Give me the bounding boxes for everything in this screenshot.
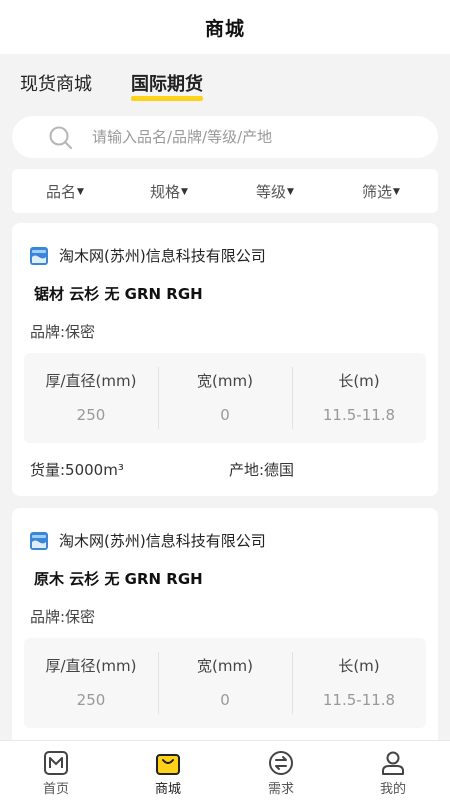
spec-table: 厚/直径(mm) 250 宽(mm) 0 长(m) 11.5-11.8 xyxy=(24,638,426,728)
spec-table: 厚/直径(mm) 250 宽(mm) 0 长(m) 11.5-11.8 xyxy=(24,353,426,443)
spec-label: 宽(mm) xyxy=(197,657,253,675)
spec-label: 长(m) xyxy=(338,657,380,675)
nav-label: 首页 xyxy=(42,782,69,797)
filter-spec[interactable]: 规格▼ xyxy=(150,181,188,202)
spec-value: 250 xyxy=(76,406,106,424)
company-row: 淘木网(苏州)信息科技有限公司 xyxy=(30,530,266,551)
brand-text: 品牌:保密 xyxy=(30,608,96,626)
company-logo-icon xyxy=(30,531,48,550)
company-name: 淘木网(苏州)信息科技有限公司 xyxy=(59,247,266,265)
nav-label: 我的 xyxy=(379,782,406,797)
spec-label: 厚/直径(mm) xyxy=(45,372,137,390)
spec-value: 11.5-11.8 xyxy=(322,406,396,424)
spec-label: 宽(mm) xyxy=(197,372,253,390)
spec-value: 250 xyxy=(76,691,106,709)
company-name: 淘木网(苏州)信息科技有限公司 xyxy=(59,532,266,550)
origin-text: 产地:德国 xyxy=(229,461,295,479)
nav-home[interactable]: 首页 xyxy=(0,741,112,800)
listing-card[interactable]: 淘木网(苏州)信息科技有限公司 锯材 云杉 无 GRN RGH 品牌:保密 厚/… xyxy=(12,223,438,496)
product-title: 锯材 云杉 无 GRN RGH xyxy=(34,285,203,303)
nav-label: 商城 xyxy=(154,782,181,797)
company-logo-icon xyxy=(30,246,48,265)
spec-length: 长(m) 11.5-11.8 xyxy=(292,638,426,728)
nav-demand[interactable]: 需求 xyxy=(225,741,337,800)
spec-thickness: 厚/直径(mm) 250 xyxy=(24,638,158,728)
search-bar[interactable] xyxy=(12,116,438,158)
tab-spot-mall[interactable]: 现货商城 xyxy=(20,70,92,96)
filter-product-name[interactable]: 品名▼ xyxy=(46,181,84,202)
spec-value: 11.5-11.8 xyxy=(322,691,396,709)
filter-grade-label: 等级 xyxy=(256,183,287,201)
home-m-icon xyxy=(44,751,68,775)
shopping-bag-icon xyxy=(156,754,180,775)
caret-down-icon: ▼ xyxy=(393,187,400,197)
caret-down-icon: ▼ xyxy=(181,187,188,197)
nav-label: 需求 xyxy=(267,782,294,797)
spec-label: 厚/直径(mm) xyxy=(45,657,137,675)
company-row: 淘木网(苏州)信息科技有限公司 xyxy=(30,245,266,266)
spec-thickness: 厚/直径(mm) 250 xyxy=(24,353,158,443)
nav-profile[interactable]: 我的 xyxy=(337,741,449,800)
bottom-nav: 首页 商城 需求 我的 xyxy=(0,740,450,800)
page-title: 商城 xyxy=(204,17,245,40)
top-bar: 商城 xyxy=(0,0,450,54)
tab-international-futures-label: 国际期货 xyxy=(131,74,203,95)
quantity-text: 货量:5000m³ xyxy=(30,461,124,479)
tab-international-futures[interactable]: 国际期货 xyxy=(131,70,203,101)
caret-down-icon: ▼ xyxy=(77,187,84,197)
search-icon xyxy=(49,126,72,149)
exchange-icon xyxy=(269,751,293,775)
brand-text: 品牌:保密 xyxy=(30,323,96,341)
spec-width: 宽(mm) 0 xyxy=(158,638,292,728)
spec-width: 宽(mm) 0 xyxy=(158,353,292,443)
caret-down-icon: ▼ xyxy=(287,187,294,197)
spec-value: 0 xyxy=(220,406,230,424)
filter-bar: 品名▼ 规格▼ 等级▼ 筛选▼ xyxy=(12,169,438,213)
active-tab-indicator xyxy=(131,96,203,101)
nav-mall[interactable]: 商城 xyxy=(112,741,224,800)
spec-length: 长(m) 11.5-11.8 xyxy=(292,353,426,443)
filter-product-name-label: 品名 xyxy=(46,183,77,201)
product-title: 原木 云杉 无 GRN RGH xyxy=(34,570,203,588)
tab-bar: 现货商城 国际期货 xyxy=(0,54,450,106)
filter-spec-label: 规格 xyxy=(150,183,181,201)
spec-value: 0 xyxy=(220,691,230,709)
filter-more[interactable]: 筛选▼ xyxy=(362,181,400,202)
user-icon xyxy=(382,751,404,775)
search-input[interactable] xyxy=(92,116,422,158)
listing-card[interactable]: 淘木网(苏州)信息科技有限公司 原木 云杉 无 GRN RGH 品牌:保密 厚/… xyxy=(12,508,438,748)
filter-grade[interactable]: 等级▼ xyxy=(256,181,294,202)
spec-label: 长(m) xyxy=(338,372,380,390)
filter-more-label: 筛选 xyxy=(362,183,393,201)
